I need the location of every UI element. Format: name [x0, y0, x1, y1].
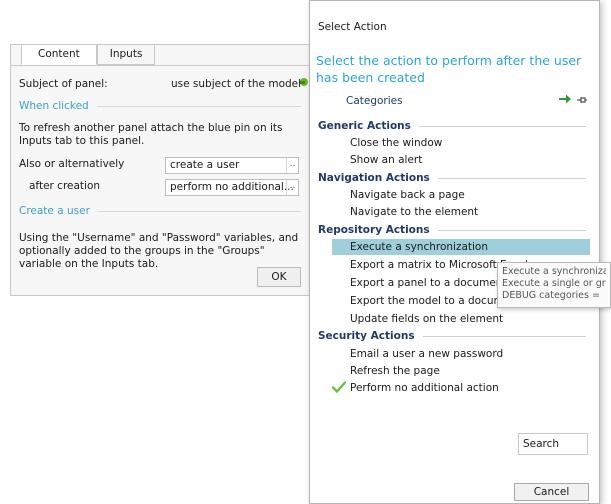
action-close-window[interactable]: Close the window [350, 137, 442, 149]
search-input[interactable]: Search [518, 433, 588, 455]
also-label: Also or alternatively [19, 158, 125, 170]
action-tooltip: Execute a synchronizati Execute a single… [497, 262, 611, 308]
action-show-alert[interactable]: Show an alert [350, 154, 422, 166]
categories-label[interactable]: Categories [346, 95, 403, 107]
green-pin-icon[interactable] [299, 77, 309, 87]
action-navigate-to-element[interactable]: Navigate to the element [350, 206, 478, 218]
section-create-user: Create a user [19, 205, 301, 217]
tab-content[interactable]: Content [21, 45, 97, 65]
tooltip-line: DEBUG categories = [502, 290, 600, 301]
action-navigate-back[interactable]: Navigate back a page [350, 189, 465, 201]
panel-tabs: Content Inputs [21, 45, 156, 65]
also-combo[interactable]: create a user .. [165, 157, 299, 174]
group-repository-actions: Repository Actions [318, 224, 586, 236]
select-action-dialog: Select Action Select the action to perfo… [309, 0, 600, 504]
action-update-fields[interactable]: Update fields on the element [350, 313, 503, 325]
also-dropdown-button[interactable]: .. [286, 158, 298, 173]
panel-body: Subject of panel: use subject of the mod… [11, 65, 309, 295]
checkmark-icon [332, 381, 346, 393]
tooltip-line: Execute a synchronizati [502, 266, 606, 277]
tooltip-line: Execute a single or grou [502, 278, 606, 289]
ok-button[interactable]: OK [257, 267, 301, 287]
refresh-help-text: To refresh another panel attach the blue… [19, 122, 283, 147]
pin-icon[interactable] [576, 95, 588, 105]
section-when-clicked: When clicked [19, 100, 301, 112]
after-creation-label: after creation [29, 180, 101, 192]
action-email-new-password[interactable]: Email a user a new password [350, 348, 503, 360]
create-user-help-text: Using the "Username" and "Password" vari… [19, 232, 299, 270]
action-perform-no-additional[interactable]: Perform no additional action [350, 382, 499, 394]
action-export-panel-document[interactable]: Export a panel to a document [350, 277, 507, 289]
group-navigation-actions: Navigation Actions [318, 172, 586, 184]
after-creation-value: perform no additional... [170, 181, 294, 193]
after-creation-dropdown-button[interactable]: .. [286, 180, 298, 195]
after-creation-combo[interactable]: perform no additional... .. [165, 179, 299, 196]
also-combo-value: create a user [170, 159, 240, 171]
dialog-title: Select Action [318, 21, 387, 33]
tab-inputs[interactable]: Inputs [96, 45, 156, 65]
properties-panel: Content Inputs Subject of panel: use sub… [10, 44, 310, 296]
group-security-actions: Security Actions [318, 330, 586, 342]
action-refresh-page[interactable]: Refresh the page [350, 365, 440, 377]
subject-label: Subject of panel: [19, 78, 108, 90]
action-execute-synchronization[interactable]: Execute a synchronization [332, 239, 590, 255]
subject-value[interactable]: use subject of the model [171, 78, 301, 90]
group-generic-actions: Generic Actions [318, 120, 586, 132]
cancel-button[interactable]: Cancel [514, 483, 589, 501]
arrow-right-icon[interactable] [558, 93, 572, 105]
dialog-heading: Select the action to perform after the u… [316, 53, 582, 85]
action-export-model-document[interactable]: Export the model to a document [350, 295, 521, 307]
